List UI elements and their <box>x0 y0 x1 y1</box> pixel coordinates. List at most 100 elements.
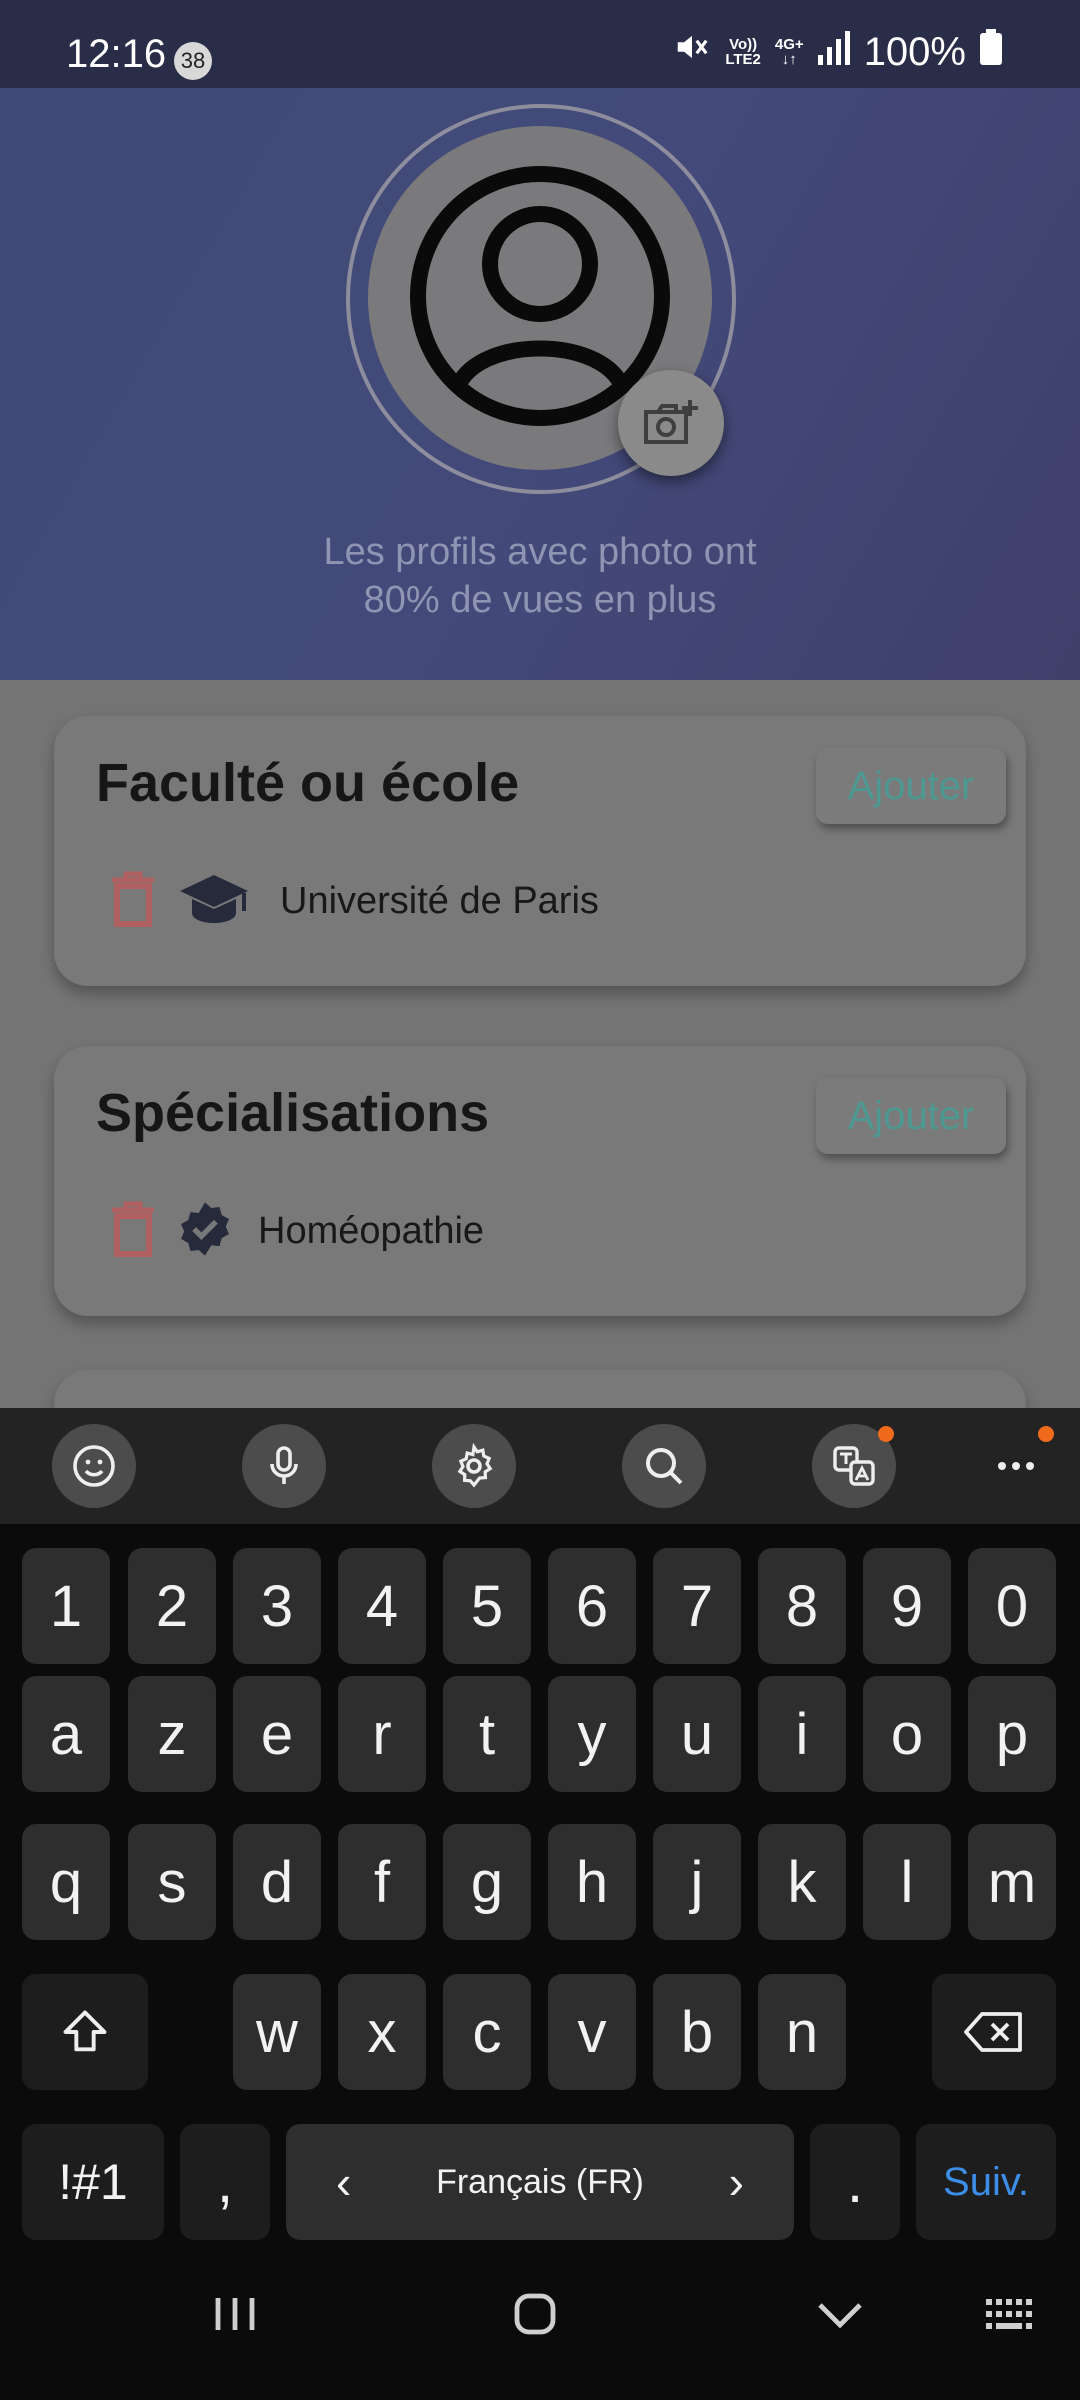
key-z[interactable]: z <box>128 1676 216 1792</box>
more-notification-dot <box>1038 1426 1054 1442</box>
specializations-card-title: Spécialisations <box>96 1083 490 1143</box>
key-3[interactable]: 3 <box>233 1548 321 1664</box>
backspace-icon <box>964 2012 1022 2052</box>
symbols-key[interactable]: !#1 <box>22 2124 164 2240</box>
add-faculty-button[interactable]: Ajouter <box>816 748 1006 824</box>
keyboard-search-button[interactable] <box>622 1424 706 1508</box>
translate-icon <box>833 1446 875 1486</box>
faculty-card-title: Faculté ou école <box>96 753 520 813</box>
key-a[interactable]: a <box>22 1676 110 1792</box>
emoji-icon <box>73 1445 115 1487</box>
faculty-item: Université de Paris <box>110 866 599 936</box>
space-key-label: Français (FR) <box>436 2162 644 2201</box>
network-type-indicator: 4G+ ↓↑ <box>774 36 804 68</box>
battery-icon <box>980 29 1002 75</box>
emoji-button[interactable] <box>52 1424 136 1508</box>
key-s[interactable]: s <box>128 1824 216 1940</box>
comma-key[interactable]: , <box>180 2124 270 2240</box>
specialization-item: Homéopathie <box>110 1196 484 1266</box>
status-bar: 12:16 38 Vo)) LTE2 4G+ ↓↑ 100% <box>0 0 1080 88</box>
key-u[interactable]: u <box>653 1676 741 1792</box>
recent-apps-icon <box>215 2298 255 2330</box>
key-v[interactable]: v <box>548 1974 636 2090</box>
key-t[interactable]: t <box>443 1676 531 1792</box>
key-7[interactable]: 7 <box>653 1548 741 1664</box>
home-button[interactable] <box>500 2282 570 2346</box>
key-q[interactable]: q <box>22 1824 110 1940</box>
faculty-item-label: Université de Paris <box>280 879 599 922</box>
key-r[interactable]: r <box>338 1676 426 1792</box>
verified-badge-icon <box>176 1200 234 1263</box>
voice-input-button[interactable] <box>242 1424 326 1508</box>
status-icons: Vo)) LTE2 4G+ ↓↑ 100% <box>673 28 1002 76</box>
graduation-cap-icon <box>178 871 250 932</box>
shift-key[interactable] <box>22 1974 148 2090</box>
mute-icon <box>673 28 711 76</box>
key-c[interactable]: c <box>443 1974 531 2090</box>
specialization-item-label: Homéopathie <box>258 1209 485 1252</box>
specializations-card: Spécialisations Ajouter Homéopathie <box>54 1046 1026 1316</box>
profile-content: Faculté ou école Ajouter Université de P… <box>0 680 1080 1408</box>
microphone-icon <box>270 1446 298 1484</box>
shift-icon <box>63 2010 107 2052</box>
key-i[interactable]: i <box>758 1676 846 1792</box>
key-y[interactable]: y <box>548 1676 636 1792</box>
key-g[interactable]: g <box>443 1824 531 1940</box>
add-photo-icon <box>644 400 698 444</box>
key-2[interactable]: 2 <box>128 1548 216 1664</box>
keyboard-settings-button[interactable] <box>432 1424 516 1508</box>
language-prev-icon: ‹ <box>336 2156 352 2208</box>
key-9[interactable]: 9 <box>863 1548 951 1664</box>
search-icon <box>646 1448 683 1485</box>
keyboard-switch-button[interactable] <box>978 2288 1042 2340</box>
chevron-down-icon <box>818 2303 862 2329</box>
keyboard-toolbar <box>0 1408 1080 1524</box>
faculty-card: Faculté ou école Ajouter Université de P… <box>54 716 1026 986</box>
add-photo-button[interactable] <box>618 370 724 476</box>
keyboard: 1 2 3 4 5 6 7 8 9 0 a z e r t y u i o p … <box>0 1524 1080 2244</box>
key-1[interactable]: 1 <box>22 1548 110 1664</box>
next-card <box>54 1370 1026 1408</box>
period-key[interactable]: . <box>810 2124 900 2240</box>
language-next-icon: › <box>728 2156 744 2208</box>
delete-faculty-icon[interactable] <box>110 870 156 933</box>
more-icon <box>998 1462 1034 1470</box>
key-k[interactable]: k <box>758 1824 846 1940</box>
navigation-bar <box>0 2244 1080 2400</box>
delete-specialization-icon[interactable] <box>110 1200 156 1263</box>
photo-hint: Les profils avec photo ont 80% de vues e… <box>323 531 757 621</box>
home-icon <box>514 2293 556 2335</box>
key-x[interactable]: x <box>338 1974 426 2090</box>
hide-keyboard-button[interactable] <box>805 2284 875 2344</box>
key-e[interactable]: e <box>233 1676 321 1792</box>
battery-percent: 100% <box>863 29 966 74</box>
key-5[interactable]: 5 <box>443 1548 531 1664</box>
key-w[interactable]: w <box>233 1974 321 2090</box>
key-n[interactable]: n <box>758 1974 846 2090</box>
key-8[interactable]: 8 <box>758 1548 846 1664</box>
signal-icon <box>817 30 850 75</box>
status-time: 12:16 <box>66 32 167 76</box>
settings-icon <box>457 1442 493 1488</box>
key-4[interactable]: 4 <box>338 1548 426 1664</box>
key-m[interactable]: m <box>968 1824 1056 1940</box>
key-b[interactable]: b <box>653 1974 741 2090</box>
backspace-key[interactable] <box>932 1974 1056 2090</box>
key-f[interactable]: f <box>338 1824 426 1940</box>
key-l[interactable]: l <box>863 1824 951 1940</box>
keyboard-icon <box>986 2299 1032 2329</box>
key-p[interactable]: p <box>968 1676 1056 1792</box>
recent-apps-button[interactable] <box>200 2284 270 2344</box>
key-o[interactable]: o <box>863 1676 951 1792</box>
key-6[interactable]: 6 <box>548 1548 636 1664</box>
key-d[interactable]: d <box>233 1824 321 1940</box>
notification-count-badge: 38 <box>174 42 212 80</box>
add-specialization-button[interactable]: Ajouter <box>816 1078 1006 1154</box>
volte-indicator: Vo)) LTE2 <box>725 36 761 68</box>
key-h[interactable]: h <box>548 1824 636 1940</box>
space-key[interactable]: ‹ Français (FR) › <box>286 2124 794 2240</box>
next-key[interactable]: Suiv. <box>916 2124 1056 2240</box>
key-j[interactable]: j <box>653 1824 741 1940</box>
translate-notification-dot <box>878 1426 894 1442</box>
key-0[interactable]: 0 <box>968 1548 1056 1664</box>
